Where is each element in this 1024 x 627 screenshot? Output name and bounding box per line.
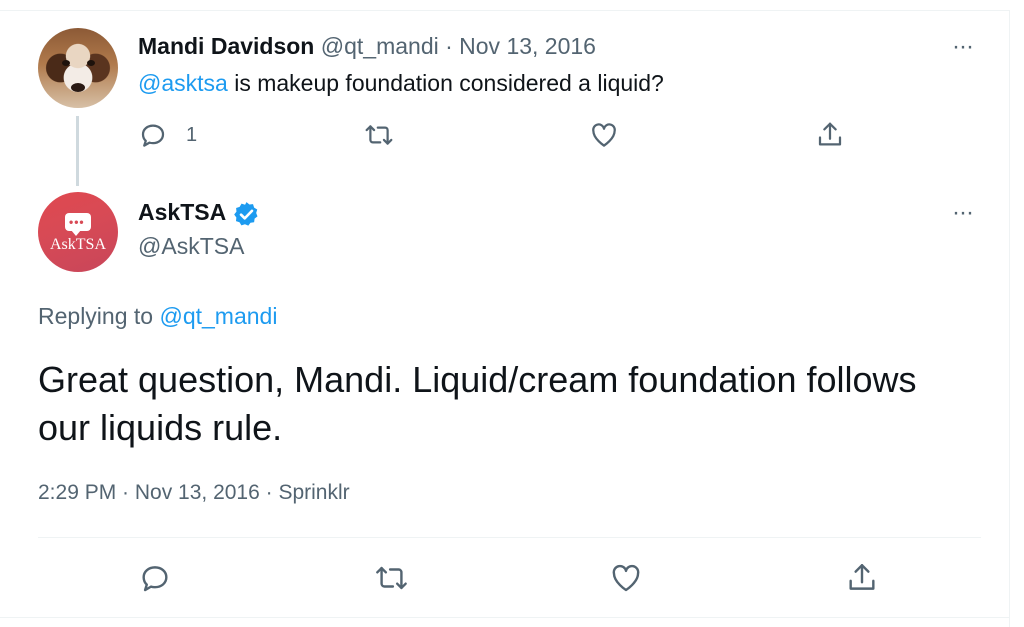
like-icon bbox=[592, 123, 616, 147]
right-divider bbox=[1009, 10, 1010, 627]
reply-handle[interactable]: @AskTSA bbox=[138, 233, 244, 260]
share-button[interactable] bbox=[845, 561, 879, 595]
share-icon bbox=[818, 122, 842, 146]
verified-badge-icon bbox=[234, 202, 258, 226]
avatar-nose bbox=[71, 83, 85, 92]
reply-count: 1 bbox=[186, 123, 198, 146]
replying-prefix: Replying to bbox=[38, 303, 160, 329]
tweet-timestamp[interactable]: 2:29 PM · Nov 13, 2016 · Sprinklr bbox=[38, 481, 350, 505]
retweet-icon bbox=[376, 566, 407, 590]
avatar-eye bbox=[62, 60, 70, 66]
tweet-thread: Mandi Davidson @qt_mandi · Nov 13, 2016 … bbox=[0, 0, 1024, 627]
actions-divider bbox=[38, 537, 981, 538]
parent-tweet-text: @asktsa is makeup foundation considered … bbox=[138, 70, 664, 97]
retweet-button[interactable] bbox=[363, 120, 395, 150]
parent-handle-date[interactable]: @qt_mandi · Nov 13, 2016 bbox=[314, 33, 596, 59]
top-divider bbox=[0, 10, 1010, 11]
reply-icon bbox=[141, 124, 165, 147]
more-icon[interactable]: ··· bbox=[952, 33, 974, 61]
avatar-mandi[interactable] bbox=[38, 28, 118, 108]
like-button[interactable] bbox=[589, 120, 619, 150]
parent-tweet-body: is makeup foundation considered a liquid… bbox=[227, 70, 664, 96]
like-button[interactable] bbox=[609, 561, 643, 595]
avatar-eye bbox=[87, 60, 95, 66]
parent-tweet-header: Mandi Davidson @qt_mandi · Nov 13, 2016 bbox=[138, 33, 596, 60]
bottom-divider bbox=[0, 617, 1010, 618]
replying-to: Replying to @qt_mandi bbox=[38, 303, 277, 330]
retweet-button[interactable] bbox=[373, 561, 410, 595]
share-button[interactable] bbox=[815, 120, 845, 150]
parent-display-name[interactable]: Mandi Davidson bbox=[138, 33, 314, 59]
like-icon bbox=[612, 564, 640, 592]
more-icon[interactable]: ··· bbox=[952, 199, 974, 227]
avatar-asktsa[interactable]: ••• AskTSA bbox=[38, 192, 118, 272]
chat-dots: ••• bbox=[69, 215, 85, 229]
share-icon bbox=[849, 564, 875, 590]
avatar-logo-text: AskTSA bbox=[49, 236, 106, 253]
retweet-icon bbox=[365, 125, 393, 145]
reply-tweet-text: Great question, Mandi. Liquid/cream foun… bbox=[38, 359, 917, 448]
reply-button[interactable]: 1 bbox=[138, 120, 197, 150]
reply-icon bbox=[142, 566, 168, 592]
mention-link[interactable]: @asktsa bbox=[138, 70, 228, 96]
replying-mention-link[interactable]: @qt_mandi bbox=[159, 303, 277, 329]
thread-connector-line bbox=[76, 116, 79, 186]
reply-display-name[interactable]: AskTSA bbox=[138, 199, 226, 226]
reply-button[interactable] bbox=[138, 561, 172, 595]
